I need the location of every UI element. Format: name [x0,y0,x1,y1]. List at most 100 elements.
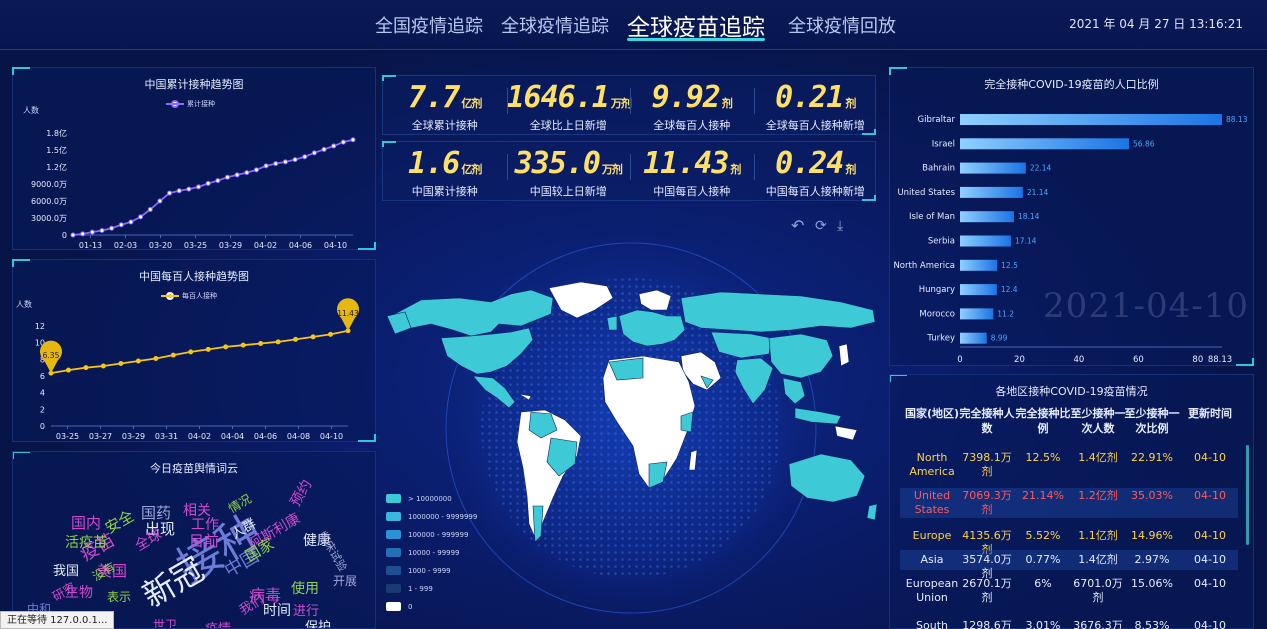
cloud-word[interactable]: 我国 [53,560,79,579]
data-point[interactable] [275,339,281,345]
data-point[interactable] [128,219,134,225]
data-point[interactable] [240,342,246,348]
cloud-word[interactable]: 保护 [305,616,331,628]
table-row[interactable]: North America 7398.1万剂 12.5% 1.4亿剂 22.91% 04-… [900,450,1238,480]
table-header-cell[interactable]: 更新时间 [1182,406,1238,421]
data-point[interactable] [293,336,299,342]
cloud-word[interactable]: 疫情 [205,618,231,628]
table-header-cell[interactable]: 至少接种一次人数 [1070,406,1126,436]
data-point[interactable] [292,157,298,163]
table-row[interactable]: South 1298.6万剂 3.01% 3676.3万剂 8.53% 04-10 [900,616,1238,629]
data-point[interactable] [135,358,141,364]
data-point[interactable] [99,227,105,233]
data-point[interactable] [188,349,194,355]
data-point[interactable] [224,174,230,180]
refresh-icon[interactable]: ⟳ [815,218,827,234]
tab-global-vaccine-tracking[interactable]: 全球疫苗追踪 [627,8,765,42]
bar[interactable] [960,114,1222,125]
table-scrollbar[interactable] [1246,445,1249,545]
table-row[interactable]: Asia 3574.0万剂 0.77% 1.4亿剂 2.97% 04-10 [900,550,1238,580]
world-map[interactable] [381,206,881,629]
legend-swatch [386,548,401,557]
data-point[interactable] [89,229,95,235]
data-point[interactable] [167,190,173,196]
data-point[interactable] [83,365,89,371]
table-header-cell[interactable]: 完全接种比例 [1014,406,1072,436]
cloud-word[interactable]: 临床试验 [315,528,351,574]
x-tick-label: 04-02 [188,432,211,441]
bar[interactable] [960,162,1026,174]
data-point[interactable] [311,150,317,156]
cloud-word[interactable]: 使用 [291,578,319,598]
data-point[interactable] [70,232,76,238]
data-point[interactable] [65,367,71,373]
cloud-word[interactable]: 预约 [285,476,316,510]
tab-global-tracking[interactable]: 全球疫情追踪 [501,12,609,38]
bar[interactable] [960,138,1130,150]
data-point[interactable] [118,222,124,228]
table-header-cell[interactable]: 至少接种一次比例 [1124,406,1180,436]
data-point[interactable] [258,341,264,346]
data-point[interactable] [186,186,192,192]
tab-china-tracking[interactable]: 全国疫情追踪 [375,12,483,38]
data-point[interactable] [328,331,334,337]
cloud-word[interactable]: 世卫 [153,616,177,628]
data-point[interactable] [170,352,176,358]
corner-decoration [890,375,907,382]
table-header-cell[interactable]: 国家(地区) [900,406,964,421]
data-point[interactable] [321,146,327,152]
stat-label: 中国累计接种 [411,185,478,198]
data-point[interactable] [147,207,153,212]
data-point[interactable] [223,344,229,350]
data-point[interactable] [100,363,106,369]
data-point[interactable] [80,231,86,237]
bar[interactable] [960,211,1014,223]
data-point[interactable] [302,154,308,160]
download-icon[interactable]: ⤓ [837,218,843,234]
table-row[interactable]: Europe 4135.6万剂 5.52% 1.1亿剂 14.96% 04-10 [900,526,1238,556]
cloud-word[interactable]: 目前 [189,530,219,551]
data-point[interactable] [215,178,221,184]
data-point[interactable] [109,225,115,231]
data-point[interactable] [273,161,279,167]
cloud-word[interactable]: 时间 [263,600,291,620]
bar[interactable] [960,186,1023,198]
table-row[interactable]: European Union 2670.1万剂 6% 6701.0万剂 15.06% 04… [900,576,1238,606]
stat-number: 0.24 [775,146,844,181]
bar[interactable] [960,332,987,344]
table-row[interactable]: United States 7069.3万剂 21.14% 1.2亿剂 35.03% 04… [900,488,1238,518]
y-tick-label: 4 [40,389,45,398]
data-point[interactable] [138,214,144,220]
bar[interactable] [960,284,997,296]
stat-3: 0.24 剂中国每百人接种新增 [754,142,878,202]
cloud-word[interactable]: 表示 [107,588,131,605]
data-point[interactable] [176,188,182,194]
bar[interactable] [960,308,994,320]
data-point[interactable] [331,143,337,149]
data-point[interactable] [196,184,202,190]
data-point[interactable] [350,137,356,143]
data-point[interactable] [282,159,288,165]
bar[interactable] [960,235,1011,247]
data-point[interactable] [234,172,240,178]
data-point[interactable] [205,180,211,186]
table-header-cell[interactable]: 完全接种人数 [958,406,1016,436]
cloud-word[interactable]: 国内 [71,512,101,533]
data-point[interactable] [153,356,159,361]
bar-value-label: 12.4 [1001,285,1018,294]
data-point[interactable] [263,163,269,169]
data-point[interactable] [340,139,346,145]
cloud-word[interactable]: 活疫苗 [65,532,107,552]
data-point[interactable] [205,346,211,352]
stat-label: 全球累计接种 [411,119,478,132]
data-point[interactable] [157,198,163,204]
data-point[interactable] [244,170,250,176]
bar[interactable] [960,259,998,271]
china-per-hundred-panel: 中国每百人接种趋势图 每百人接种 人数 0 2 4 6 8 10 12 03-25 03-27 0… [12,259,376,442]
cloud-word[interactable]: 开展 [333,572,357,589]
restore-icon[interactable]: ↶ [791,216,804,235]
data-point[interactable] [253,167,259,173]
data-point[interactable] [118,361,124,366]
data-point[interactable] [310,334,316,340]
tab-global-replay[interactable]: 全球疫情回放 [788,12,896,38]
